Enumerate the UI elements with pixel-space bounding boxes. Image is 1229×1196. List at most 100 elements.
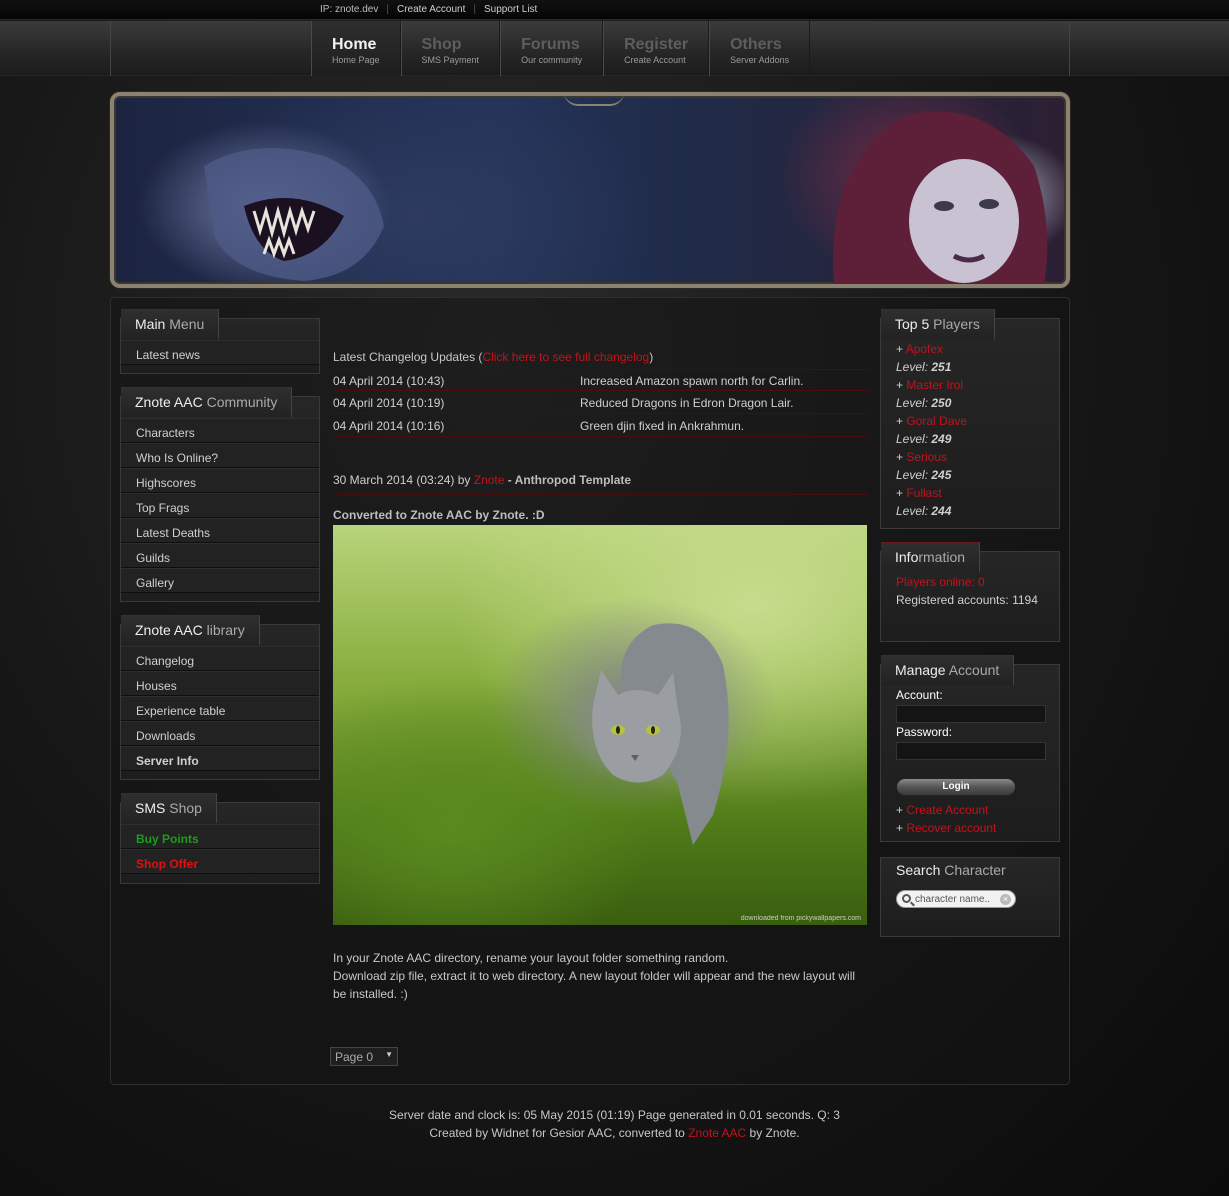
create-account-link[interactable]: Create Account [906, 803, 988, 817]
menu-list: Changelog Houses Experience table Downlo… [121, 646, 319, 771]
box-title-bold: Manage [895, 662, 946, 678]
werewolf-art [204, 148, 384, 281]
footer-credits-text: Created by Widnet for Gesior AAC, conver… [429, 1126, 689, 1140]
recover-account-entry: + Recover account [896, 821, 997, 835]
box-title-bold: Top 5 [895, 316, 930, 332]
clear-icon[interactable]: × [1000, 894, 1011, 905]
page-select-value: Page 0 [335, 1050, 374, 1064]
changelog-row: 04 April 2014 (10:16) Green djin fixed i… [333, 415, 868, 437]
menu-guilds[interactable]: Guilds [121, 543, 319, 568]
post-body-line: In your Znote AAC directory, rename your… [333, 951, 729, 965]
menu-downloads[interactable]: Downloads [121, 721, 319, 746]
chevron-down-icon: ▼ [385, 1050, 393, 1059]
password-label: Password: [896, 725, 953, 739]
box-title: Top 5 Players [881, 309, 995, 339]
footer-credits: Created by Widnet for Gesior AAC, conver… [0, 1124, 1229, 1142]
menu-gallery[interactable]: Gallery [121, 568, 319, 593]
page-select[interactable]: Page 0 ▼ [330, 1047, 398, 1066]
post-body-line: be installed. :) [333, 987, 408, 1001]
player-entry: + Goral Dave [896, 414, 968, 428]
menu-houses[interactable]: Houses [121, 671, 319, 696]
banner-ornament [564, 96, 624, 106]
server-ip: IP: znote.dev [320, 4, 379, 15]
changelog-message: Green djin fixed in Ankrahmun. [580, 419, 745, 433]
menu-latest-deaths[interactable]: Latest Deaths [121, 518, 319, 543]
box-title-bold: Znote AAC [135, 622, 203, 638]
sms-shop-box: SMS Shop Buy Points Shop Offer [120, 793, 320, 884]
create-account-entry: + Create Account [896, 803, 989, 817]
nav-label: Forums [521, 36, 580, 53]
znote-aac-link[interactable]: Znote AAC [688, 1126, 746, 1140]
changelog-heading-text: Latest Changelog Updates ( [333, 350, 483, 364]
support-list-link[interactable]: Support List [484, 4, 537, 15]
top-bar: IP: znote.dev | Create Account | Support Lis… [0, 0, 1229, 20]
library-box: Znote AAC library Changelog Houses Exper… [120, 615, 320, 780]
login-button[interactable]: Login [896, 778, 1016, 796]
main-menu-box: Main Menu Latest news [120, 309, 320, 374]
nav-label: Others [730, 36, 782, 53]
nav-others[interactable]: Others Server Addons [709, 21, 811, 76]
account-field[interactable] [896, 705, 1046, 723]
nav-register[interactable]: Register Create Account [603, 21, 710, 76]
menu-buy-points[interactable]: Buy Points [121, 824, 319, 849]
box-title-rest: Menu [165, 316, 205, 332]
changelog-message: Increased Amazon spawn north for Carlin. [580, 374, 804, 388]
menu-characters[interactable]: Characters [121, 418, 319, 443]
level-label: Level: [896, 396, 929, 410]
nav-sublabel: Our community [521, 55, 583, 65]
player-link[interactable]: Apofex [906, 342, 943, 356]
search-input[interactable]: character name.. × [896, 890, 1016, 908]
footer-credits-end: by Znote. [746, 1126, 800, 1140]
nav-label: Register [624, 36, 689, 53]
menu-changelog[interactable]: Changelog [121, 646, 319, 671]
post-body: In your Znote AAC directory, rename your… [333, 949, 873, 1003]
box-title: Main Menu [121, 309, 220, 339]
menu-server-info[interactable]: Server Info [121, 746, 319, 771]
search-placeholder: character name.. [915, 894, 991, 905]
post-author-link[interactable]: Znote [474, 473, 505, 487]
menu-top-frags[interactable]: Top Frags [121, 493, 319, 518]
level-label: Level: [896, 432, 929, 446]
changelog-row: 04 April 2014 (10:43) Increased Amazon s… [333, 369, 868, 391]
menu-shop-offer[interactable]: Shop Offer [121, 849, 319, 874]
changelog-date: 04 April 2014 (10:19) [333, 396, 445, 410]
post-body-line: Download zip file, extract it to web dir… [333, 969, 856, 983]
player-link[interactable]: Master Irol [906, 378, 963, 392]
box-title: Znote AAC library [121, 615, 260, 645]
full-changelog-link[interactable]: Click here to see full changelog [482, 350, 649, 364]
changelog-date: 04 April 2014 (10:43) [333, 374, 445, 388]
player-entry: + Master Irol [896, 378, 964, 392]
player-link[interactable]: Serious [906, 450, 947, 464]
box-title-rest: Shop [165, 800, 202, 816]
separator: | [473, 4, 476, 15]
player-level: Level: 244 [896, 504, 951, 518]
level-value: 251 [931, 360, 952, 374]
nav-forums[interactable]: Forums Our community [500, 21, 604, 76]
player-entry: + Apofex [896, 342, 944, 356]
top-create-account-link[interactable]: Create Account [397, 4, 465, 15]
menu-list: Latest news [121, 340, 319, 365]
recover-account-link[interactable]: Recover account [906, 821, 996, 835]
menu-latest-news[interactable]: Latest news [121, 340, 319, 365]
post-subtitle: Converted to Znote AAC by Znote. :D [333, 508, 545, 522]
nav-shop[interactable]: Shop SMS Payment [400, 21, 501, 76]
player-entry: + Serious [896, 450, 948, 464]
menu-highscores[interactable]: Highscores [121, 468, 319, 493]
menu-list: Buy Points Shop Offer [121, 824, 319, 874]
manage-account-box: Manage Account Account: Password: Login … [880, 655, 1060, 842]
hooded-girl-art [832, 111, 1048, 284]
password-field[interactable] [896, 742, 1046, 760]
players-online-link[interactable]: Players online: 0 [896, 575, 985, 589]
menu-experience-table[interactable]: Experience table [121, 696, 319, 721]
menu-who-is-online[interactable]: Who Is Online? [121, 443, 319, 468]
nav-sublabel: Create Account [624, 55, 686, 65]
player-link[interactable]: Goral Dave [906, 414, 967, 428]
changelog-row: 04 April 2014 (10:19) Reduced Dragons in… [333, 392, 868, 414]
player-link[interactable]: Fullast [906, 486, 941, 500]
header-banner [110, 92, 1070, 288]
nav-home[interactable]: Home Home Page [311, 21, 401, 76]
level-value: 250 [931, 396, 952, 410]
separator: | [386, 4, 389, 15]
box-title: Search Character [896, 862, 1006, 878]
box-title-bold: SMS [135, 800, 166, 816]
